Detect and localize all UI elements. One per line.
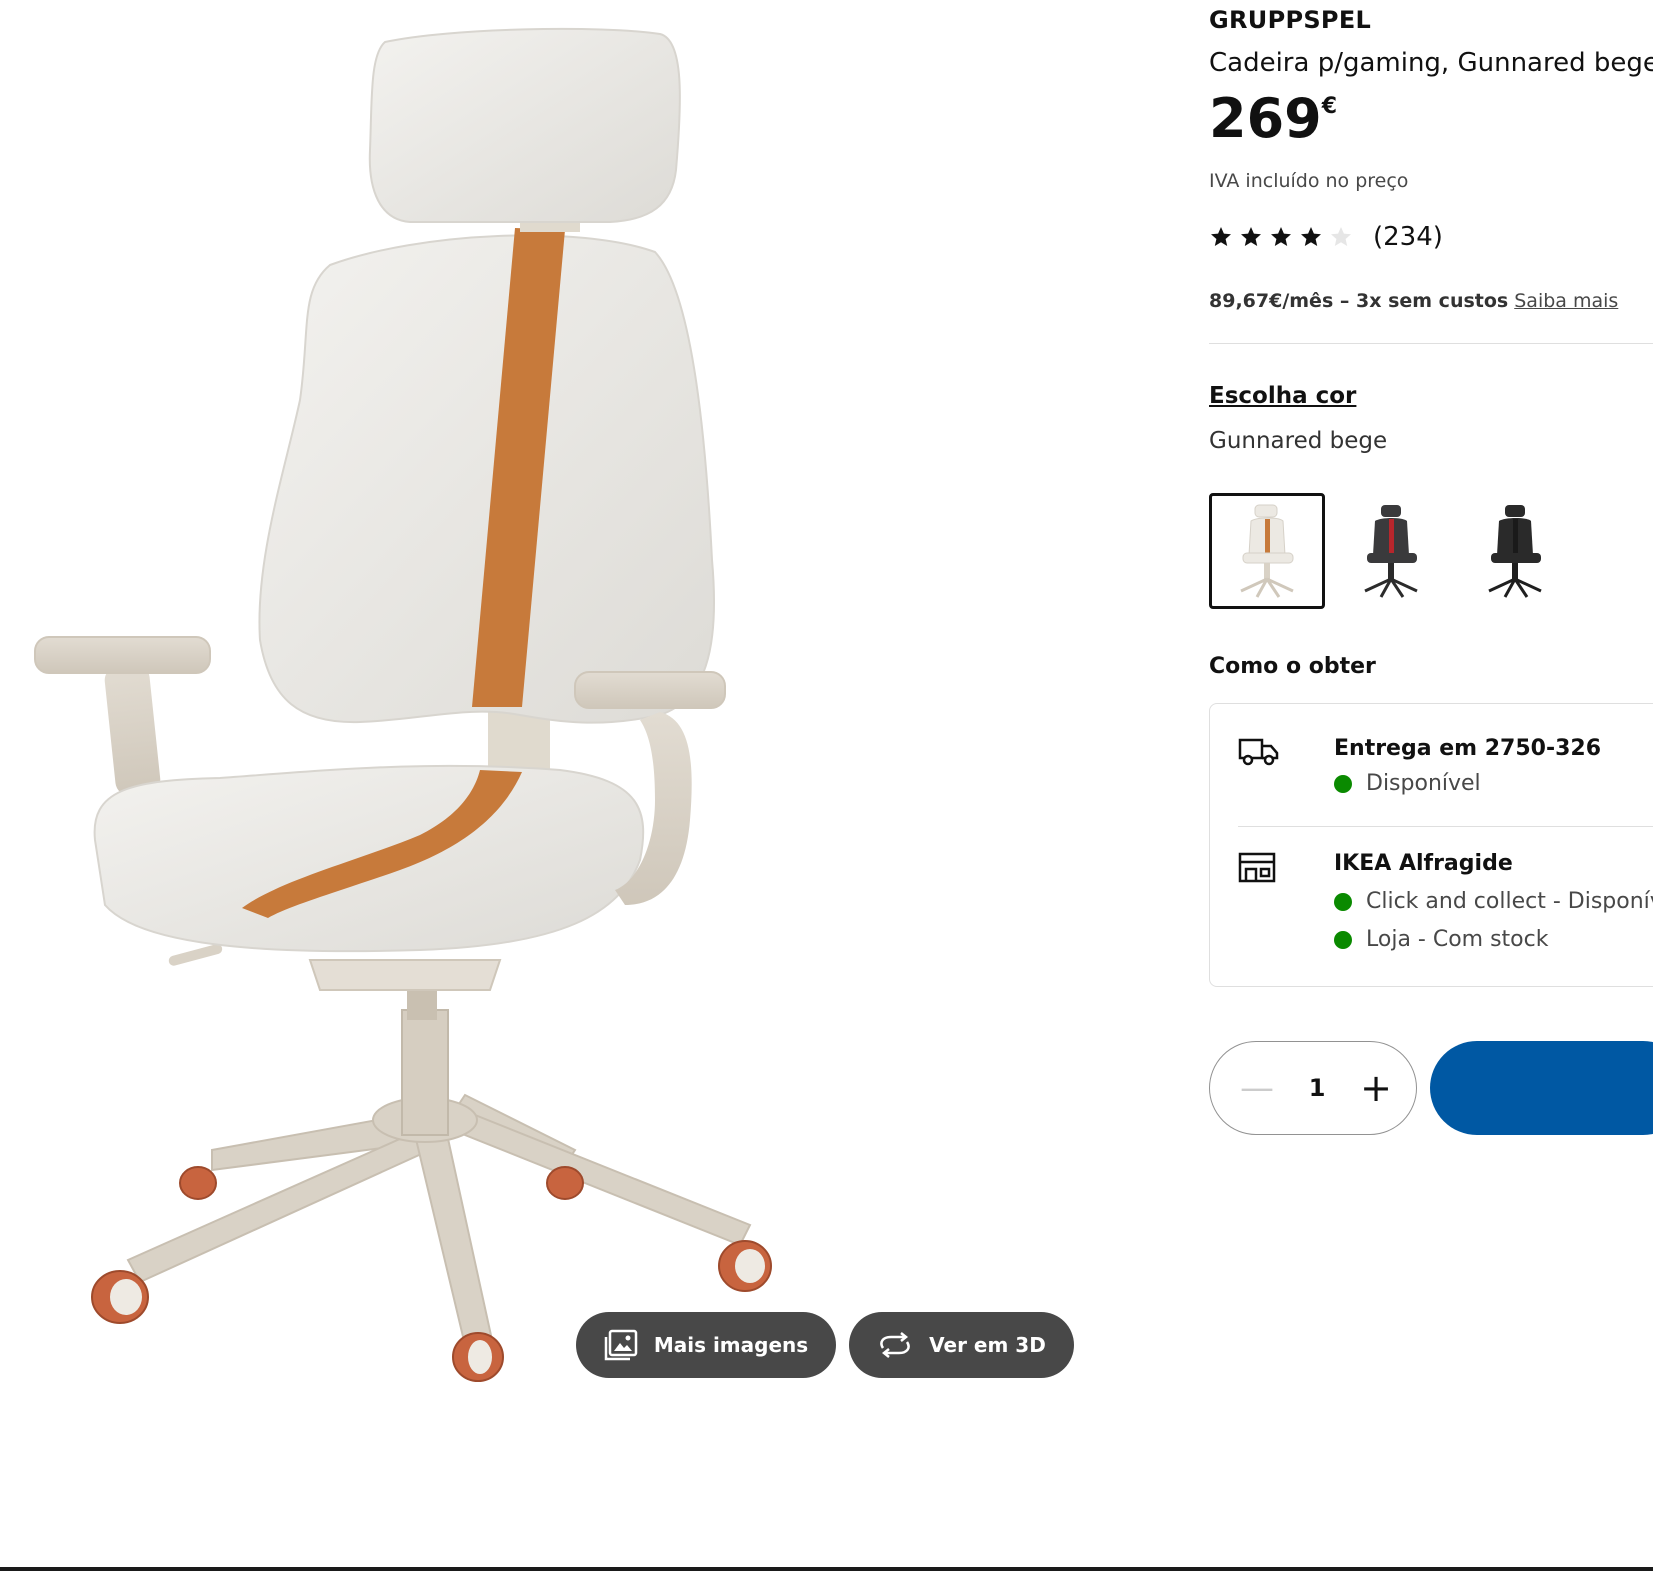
store-status-text: Loja - Com stock — [1366, 927, 1549, 952]
store-status-click-collect: Click and collect - Disponível — [1334, 889, 1653, 914]
product-image[interactable] — [0, 0, 1150, 1440]
product-description: Cadeira p/gaming, Gunnared bege — [1209, 48, 1653, 78]
divider — [1209, 343, 1653, 344]
price-integer: 269 — [1209, 87, 1322, 150]
chair-thumbnail — [1364, 505, 1418, 598]
price-currency: € — [1321, 94, 1338, 119]
delivery-status: Disponível — [1334, 771, 1481, 796]
more-images-label: Mais imagens — [653, 1333, 809, 1357]
product-price: 269€ — [1209, 92, 1337, 146]
chair-thumbnail — [1240, 504, 1294, 598]
rating-stars — [1209, 225, 1353, 249]
more-images-button[interactable]: Mais imagens — [576, 1312, 836, 1378]
installments-learn-more-link[interactable]: Saiba mais — [1514, 290, 1618, 312]
product-gallery[interactable]: Mais imagens Ver em 3D — [0, 0, 1150, 1440]
swatch-black[interactable] — [1457, 493, 1573, 609]
quantity-increase-button[interactable]: + — [1360, 1069, 1392, 1107]
star-full-icon — [1271, 227, 1291, 246]
vat-note: IVA incluído no preço — [1209, 170, 1409, 192]
view-3d-button[interactable]: Ver em 3D — [849, 1312, 1074, 1378]
installments-text: 89,67€/mês – 3x sem custos — [1209, 290, 1509, 312]
selected-color-name: Gunnared bege — [1209, 428, 1388, 454]
page-bottom-border — [0, 1567, 1653, 1571]
color-swatches — [1209, 493, 1573, 609]
fulfillment-title: Como o obter — [1209, 654, 1376, 679]
rotate-3d-icon — [880, 1332, 910, 1358]
product-page: Mais imagens Ver em 3D GRUPPSPEL Cadeira… — [0, 0, 1653, 1571]
star-full-icon — [1241, 227, 1261, 246]
delivery-title: Entrega em 2750-326 — [1334, 736, 1602, 761]
status-available-dot — [1334, 774, 1352, 793]
star-full-icon — [1301, 227, 1321, 246]
store-title: IKEA Alfragide — [1334, 851, 1513, 876]
choose-color-link[interactable]: Escolha cor — [1209, 383, 1356, 409]
quantity-stepper[interactable]: — 1 + — [1209, 1041, 1417, 1135]
rating-count: (234) — [1373, 222, 1443, 252]
view-3d-label: Ver em 3D — [929, 1333, 1046, 1357]
add-to-cart-button[interactable] — [1430, 1041, 1653, 1135]
images-icon — [604, 1329, 638, 1361]
status-available-dot — [1334, 892, 1352, 911]
status-available-dot — [1334, 930, 1352, 949]
truck-icon — [1238, 738, 1279, 766]
store-status-stock: Loja - Com stock — [1334, 927, 1548, 952]
chair-thumbnail — [1488, 505, 1542, 598]
product-info-panel: GRUPPSPEL Cadeira p/gaming, Gunnared beg… — [1209, 0, 1653, 1571]
product-brand[interactable]: GRUPPSPEL — [1209, 6, 1371, 34]
store-status-text: Click and collect - Disponível — [1366, 889, 1653, 914]
store-icon — [1238, 852, 1276, 883]
swatch-beige[interactable] — [1209, 493, 1325, 609]
quantity-value: 1 — [1308, 1074, 1326, 1102]
fulfillment-box: Entrega em 2750-326 Disponível IKEA Alfr… — [1209, 703, 1653, 987]
installments-info: 89,67€/mês – 3x sem custos Saiba mais — [1209, 290, 1618, 312]
rating-summary[interactable]: (234) — [1209, 222, 1443, 252]
delivery-status-text: Disponível — [1366, 771, 1481, 796]
swatch-dark-red[interactable] — [1333, 493, 1449, 609]
divider — [1238, 826, 1653, 827]
quantity-decrease-button[interactable]: — — [1240, 1071, 1274, 1105]
star-empty-icon — [1331, 227, 1351, 246]
star-full-icon — [1211, 227, 1231, 246]
